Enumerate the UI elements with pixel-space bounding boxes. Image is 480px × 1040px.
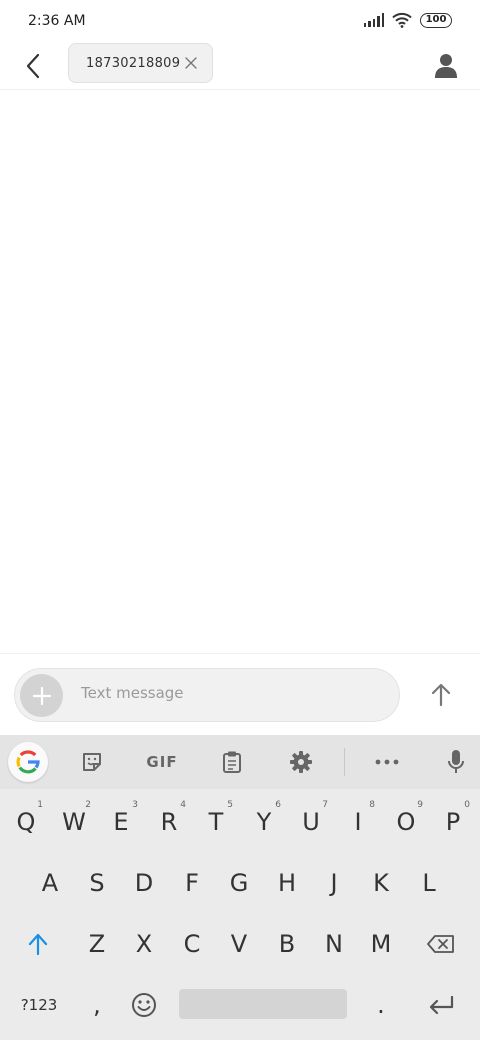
keyboard: GIF Q 1 W 2 E 3 R 4 T 5 Y 6 U 7 I 8 O 9 … — [0, 735, 480, 1040]
comma-key[interactable]: , — [74, 975, 120, 1035]
microphone-icon — [448, 750, 464, 773]
message-input[interactable]: Text message — [81, 684, 184, 702]
key-c[interactable]: C — [169, 914, 215, 974]
key-row-3: Z X C V B N M — [0, 914, 480, 974]
key-j[interactable]: J — [311, 853, 357, 913]
key-w[interactable]: W2 — [51, 792, 97, 852]
gif-button[interactable]: GIF — [140, 744, 184, 780]
gear-icon — [290, 751, 312, 773]
plus-icon — [32, 686, 51, 705]
chevron-left-icon — [26, 53, 40, 79]
message-list[interactable] — [0, 91, 480, 653]
enter-icon — [429, 995, 454, 1015]
key-y[interactable]: Y6 — [241, 792, 287, 852]
symbols-key[interactable]: ?123 — [14, 975, 64, 1035]
backspace-key[interactable] — [418, 914, 464, 974]
emoji-icon — [132, 993, 156, 1017]
key-m[interactable]: M — [358, 914, 404, 974]
key-v[interactable]: V — [216, 914, 262, 974]
key-n[interactable]: N — [311, 914, 357, 974]
more-horizontal-icon — [375, 759, 399, 765]
key-f[interactable]: F — [169, 853, 215, 913]
keyboard-toolbar: GIF — [0, 735, 480, 789]
key-h[interactable]: H — [264, 853, 310, 913]
symbols-label: ?123 — [20, 996, 58, 1014]
person-icon — [435, 54, 457, 78]
key-a[interactable]: A — [27, 853, 73, 913]
sticker-button[interactable] — [72, 744, 112, 780]
key-s[interactable]: S — [74, 853, 120, 913]
key-row-2: A S D F G H J K L — [0, 853, 480, 913]
emoji-key[interactable] — [121, 975, 167, 1035]
close-icon[interactable] — [184, 56, 198, 70]
key-q[interactable]: Q1 — [3, 792, 49, 852]
key-r[interactable]: R4 — [146, 792, 192, 852]
conversation-header: 18730218809 — [0, 42, 480, 90]
key-e[interactable]: E3 — [98, 792, 144, 852]
key-p[interactable]: P0 — [430, 792, 476, 852]
battery-icon: 100 — [420, 12, 452, 28]
key-l[interactable]: L — [406, 853, 452, 913]
status-time: 2:36 AM — [28, 13, 86, 29]
send-button[interactable] — [424, 678, 458, 712]
recipient-chip[interactable]: 18730218809 — [68, 43, 213, 83]
key-g[interactable]: G — [216, 853, 262, 913]
compose-field[interactable]: Text message — [14, 668, 400, 722]
clipboard-icon — [223, 751, 241, 773]
wifi-icon — [392, 12, 412, 28]
status-icons: 100 — [363, 12, 452, 28]
key-x[interactable]: X — [121, 914, 167, 974]
key-i[interactable]: I8 — [335, 792, 381, 852]
clipboard-button[interactable] — [212, 744, 252, 780]
signal-icon — [363, 13, 384, 27]
back-button[interactable] — [18, 50, 50, 82]
sticker-icon — [83, 753, 101, 771]
arrow-up-icon — [431, 683, 451, 707]
key-z[interactable]: Z — [74, 914, 120, 974]
backspace-icon — [427, 935, 454, 953]
key-row-4: ?123 , . — [0, 975, 480, 1035]
key-u[interactable]: U7 — [288, 792, 334, 852]
attach-button[interactable] — [20, 674, 63, 717]
period-key[interactable]: . — [358, 975, 404, 1035]
recipient-number: 18730218809 — [86, 55, 181, 71]
google-button[interactable] — [8, 742, 48, 782]
key-row-1: Q1 W2 E3 R4 T5 Y6 U7 I8 O9 P0 — [0, 792, 480, 852]
shift-key[interactable] — [15, 914, 61, 974]
toolbar-divider — [344, 748, 345, 776]
key-t[interactable]: T5 — [193, 792, 239, 852]
key-o[interactable]: O9 — [383, 792, 429, 852]
key-d[interactable]: D — [121, 853, 167, 913]
shift-arrow-icon — [28, 933, 48, 955]
space-key[interactable] — [179, 989, 347, 1019]
google-g-icon — [16, 750, 40, 774]
more-button[interactable] — [367, 744, 407, 780]
settings-button[interactable] — [281, 744, 321, 780]
status-bar: 2:36 AM 100 — [0, 0, 480, 42]
key-b[interactable]: B — [264, 914, 310, 974]
voice-input-button[interactable] — [436, 744, 476, 780]
key-k[interactable]: K — [358, 853, 404, 913]
contact-button[interactable] — [428, 48, 464, 84]
gif-label: GIF — [146, 753, 178, 771]
enter-key[interactable] — [418, 975, 464, 1035]
compose-bar: Text message — [0, 653, 480, 735]
